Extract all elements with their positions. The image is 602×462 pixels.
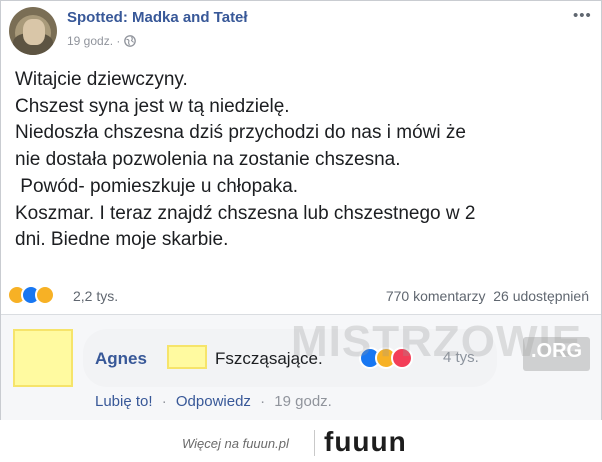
reply-button[interactable]: Odpowiedz bbox=[176, 393, 251, 410]
page-name-link[interactable]: Spotted: Madka and Tateł bbox=[67, 9, 248, 26]
comment-author[interactable]: Agnes bbox=[95, 349, 147, 369]
watermark-suffix: .ORG bbox=[523, 337, 591, 371]
separator: · bbox=[260, 393, 266, 410]
shares-count[interactable]: 26 udostępnień bbox=[493, 288, 589, 304]
page-avatar[interactable] bbox=[9, 7, 57, 55]
globe-icon bbox=[124, 35, 137, 47]
footer: Więcej na fuuun.pl fuuun bbox=[0, 420, 602, 462]
post-body: Witajcie dziewczyny. Chszest syna jest w… bbox=[15, 67, 595, 254]
comments-count[interactable]: 770 komentarzy bbox=[386, 288, 486, 304]
post-line: Koszmar. I teraz znajdź chszesna lub chs… bbox=[15, 202, 476, 224]
reactions-count[interactable]: 2,2 tys. bbox=[73, 288, 118, 304]
post-line: Powód- pomieszkuje u chłopaka. bbox=[15, 175, 299, 197]
post-line: Chszest syna jest w tą niedzielę. bbox=[15, 95, 290, 117]
like-comment-button[interactable]: Lubię to! bbox=[95, 393, 153, 410]
post-line: Niedoszła chszesna dziś przychodzi do na… bbox=[15, 122, 466, 144]
comment-time[interactable]: 19 godz. bbox=[274, 393, 332, 410]
post-card: Spotted: Madka and Tateł 19 godz. · ••• … bbox=[0, 0, 602, 420]
reactions-bar: 2,2 tys. 770 komentarzy 26 udostępnień bbox=[1, 283, 601, 311]
censored-name-box bbox=[167, 345, 207, 369]
post-line: dni. Biedne moje skarbie. bbox=[15, 229, 229, 251]
post-line: nie dostała pozwolenia na zostanie chsze… bbox=[15, 149, 401, 171]
comments-shares: 770 komentarzy 26 udostępnień bbox=[386, 288, 589, 304]
footer-divider bbox=[314, 430, 315, 456]
fuuun-logo[interactable]: fuuun bbox=[324, 426, 407, 458]
reaction-icons[interactable] bbox=[7, 285, 67, 309]
post-time[interactable]: 19 godz. · bbox=[67, 34, 120, 48]
post-line: Witajcie dziewczyny. bbox=[15, 69, 188, 90]
comment-avatar[interactable] bbox=[13, 329, 73, 387]
separator: · bbox=[161, 393, 167, 410]
comment-actions: Lubię to! · Odpowiedz · 19 godz. bbox=[95, 393, 332, 410]
sad-icon bbox=[35, 285, 55, 305]
post-header: Spotted: Madka and Tateł 19 godz. · ••• bbox=[1, 1, 601, 59]
more-options-icon[interactable]: ••• bbox=[573, 7, 592, 24]
footer-link[interactable]: Więcej na fuuun.pl bbox=[182, 436, 289, 451]
post-meta: 19 godz. · bbox=[67, 34, 137, 48]
